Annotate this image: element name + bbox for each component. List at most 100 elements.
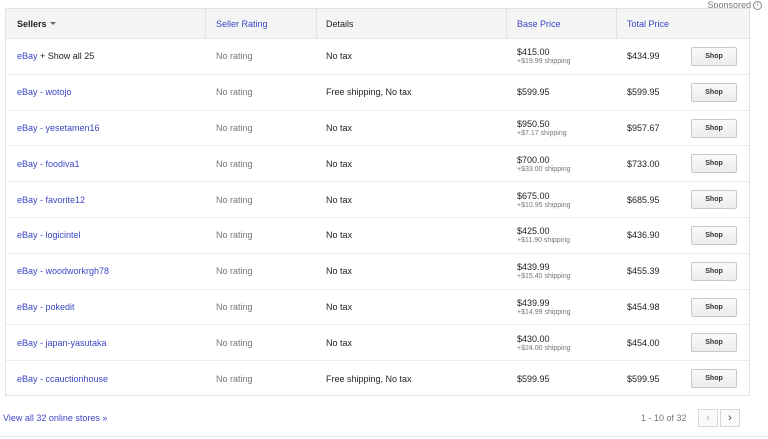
table-row: eBay + Show all 25 No rating No tax $415.00… — [6, 39, 749, 75]
seller-rating-cell: No rating — [216, 87, 253, 98]
shop-button[interactable]: Shop — [691, 118, 737, 138]
base-price: $599.95 — [517, 87, 550, 98]
total-price-cell: $957.67 — [627, 122, 660, 133]
shop-button[interactable]: Shop — [691, 225, 737, 245]
seller-link[interactable]: eBay - wotojo — [17, 87, 72, 97]
base-price: $415.00 — [517, 47, 550, 58]
shop-button[interactable]: Shop — [691, 47, 737, 66]
total-price-cell: $454.98 — [627, 301, 660, 312]
base-price-sort-header[interactable]: Base Price — [517, 9, 561, 38]
chevron-left-icon: ‹ — [706, 412, 710, 424]
shop-button[interactable]: Shop — [691, 82, 737, 102]
base-price-cell: $599.95 — [517, 75, 550, 110]
shop-button[interactable]: Shop — [691, 154, 737, 174]
details-cell: No tax — [326, 158, 353, 169]
shipping-cost: +$15.40 shipping — [517, 273, 571, 281]
table-body: eBay + Show all 25 No rating No tax $415.00… — [6, 39, 749, 397]
total-price-cell: $434.99 — [627, 51, 660, 62]
details-cell: Free shipping, No tax — [326, 374, 412, 385]
base-price-cell: $599.95 — [517, 361, 550, 397]
seller-rating-cell: No rating — [216, 158, 253, 169]
base-price: $599.95 — [517, 374, 550, 385]
seller-cell: eBay - foodiva1 — [17, 146, 80, 181]
total-price-cell: $436.90 — [627, 230, 660, 241]
shop-button[interactable]: Shop — [691, 333, 737, 353]
details-cell: No tax — [326, 266, 353, 277]
seller-cell: eBay - ccauctionhouse — [17, 361, 108, 397]
table-row: eBay - woodworkrgh78 No rating No tax $439.… — [6, 254, 749, 290]
base-price-cell: $439.99 +$14.99 shipping — [517, 290, 571, 325]
details-cell: No tax — [326, 337, 353, 348]
base-price: $675.00 — [517, 190, 550, 201]
shop-button[interactable]: Shop — [691, 369, 737, 389]
shipping-cost: +$24.00 shipping — [517, 344, 571, 352]
seller-rating-cell: No rating — [216, 337, 253, 348]
seller-link[interactable]: eBay - japan-yasutaka — [17, 338, 107, 348]
prev-page-button[interactable]: ‹ — [698, 409, 718, 427]
seller-link[interactable]: eBay — [17, 51, 38, 61]
shipping-cost: +$19.99 shipping — [517, 58, 571, 66]
seller-rating-cell: No rating — [216, 301, 253, 312]
seller-cell: eBay - yesetamen16 — [17, 111, 100, 146]
shipping-cost: +$7.17 shipping — [517, 129, 567, 137]
seller-link[interactable]: eBay - logicintel — [17, 230, 81, 240]
base-price-cell: $439.99 +$15.40 shipping — [517, 254, 571, 289]
total-price-cell: $599.95 — [627, 374, 660, 385]
base-price: $950.50 — [517, 118, 550, 129]
shipping-cost: +$33.00 shipping — [517, 165, 571, 173]
shop-button[interactable]: Shop — [691, 190, 737, 210]
base-price-cell: $950.50 +$7.17 shipping — [517, 111, 567, 146]
table-row: eBay - japan-yasutaka No rating No tax $430… — [6, 325, 749, 362]
base-price: $430.00 — [517, 333, 550, 344]
total-price-cell: $454.00 — [627, 337, 660, 348]
sort-caret-icon — [49, 22, 56, 25]
seller-cell: eBay - favorite12 — [17, 182, 85, 217]
details-cell: No tax — [326, 230, 353, 241]
base-price-cell: $415.00 +$19.99 shipping — [517, 39, 571, 74]
seller-link[interactable]: eBay - ccauctionhouse — [17, 374, 108, 384]
seller-link[interactable]: eBay - favorite12 — [17, 195, 85, 205]
offers-table: Sellers Seller Rating Details Base Price… — [5, 8, 750, 396]
seller-cell: eBay - woodworkrgh78 — [17, 254, 109, 289]
table-row: eBay - logicintel No rating No tax $425.00 +… — [6, 218, 749, 254]
seller-link[interactable]: eBay - woodworkrgh78 — [17, 266, 109, 276]
sellers-sort-header[interactable]: Sellers — [17, 9, 56, 38]
seller-rating-cell: No rating — [216, 194, 253, 205]
details-cell: Free shipping, No tax — [326, 87, 412, 98]
base-price: $439.99 — [517, 297, 550, 308]
pagination-status: 1 - 10 of 32 — [641, 413, 687, 423]
show-all-sellers-text[interactable]: + Show all 25 — [38, 51, 94, 61]
seller-rating-cell: No rating — [216, 51, 253, 62]
seller-rating-sort-header[interactable]: Seller Rating — [216, 9, 268, 38]
base-price-cell: $425.00 +$11.90 shipping — [517, 218, 570, 253]
seller-cell: eBay - logicintel — [17, 218, 81, 253]
next-page-button[interactable]: › — [720, 409, 740, 427]
seller-cell: eBay - japan-yasutaka — [17, 325, 107, 360]
details-cell: No tax — [326, 51, 353, 62]
table-row: eBay - favorite12 No rating No tax $675.00 +… — [6, 182, 749, 218]
chevron-right-icon: › — [728, 412, 732, 424]
details-header: Details — [326, 18, 354, 29]
seller-link[interactable]: eBay - foodiva1 — [17, 159, 80, 169]
seller-link[interactable]: eBay - yesetamen16 — [17, 123, 100, 133]
seller-rating-cell: No rating — [216, 374, 253, 385]
shipping-cost: +$14.99 shipping — [517, 308, 571, 316]
seller-link[interactable]: eBay - pokedit — [17, 302, 75, 312]
shop-button[interactable]: Shop — [691, 261, 737, 281]
base-price: $700.00 — [517, 154, 550, 165]
total-price-sort-header[interactable]: Total Price — [627, 9, 669, 38]
view-all-stores-link[interactable]: View all 32 online stores » — [3, 413, 107, 423]
base-price: $439.99 — [517, 262, 550, 273]
total-price-cell: $733.00 — [627, 158, 660, 169]
table-row: eBay - pokedit No rating No tax $439.99 +$14… — [6, 290, 749, 326]
details-cell: No tax — [326, 194, 353, 205]
seller-rating-cell: No rating — [216, 122, 253, 133]
table-row: eBay - yesetamen16 No rating No tax $950.50… — [6, 111, 749, 147]
info-icon[interactable]: i — [753, 0, 762, 10]
table-row: eBay - foodiva1 No rating No tax $700.00 +$3… — [6, 146, 749, 183]
shipping-cost: +$10.95 shipping — [517, 201, 571, 209]
table-row: eBay - wotojo No rating Free shipping, No … — [6, 75, 749, 111]
table-row: eBay - ccauctionhouse No rating Free shipp… — [6, 361, 749, 397]
shop-button[interactable]: Shop — [691, 297, 737, 317]
seller-rating-cell: No rating — [216, 230, 253, 241]
